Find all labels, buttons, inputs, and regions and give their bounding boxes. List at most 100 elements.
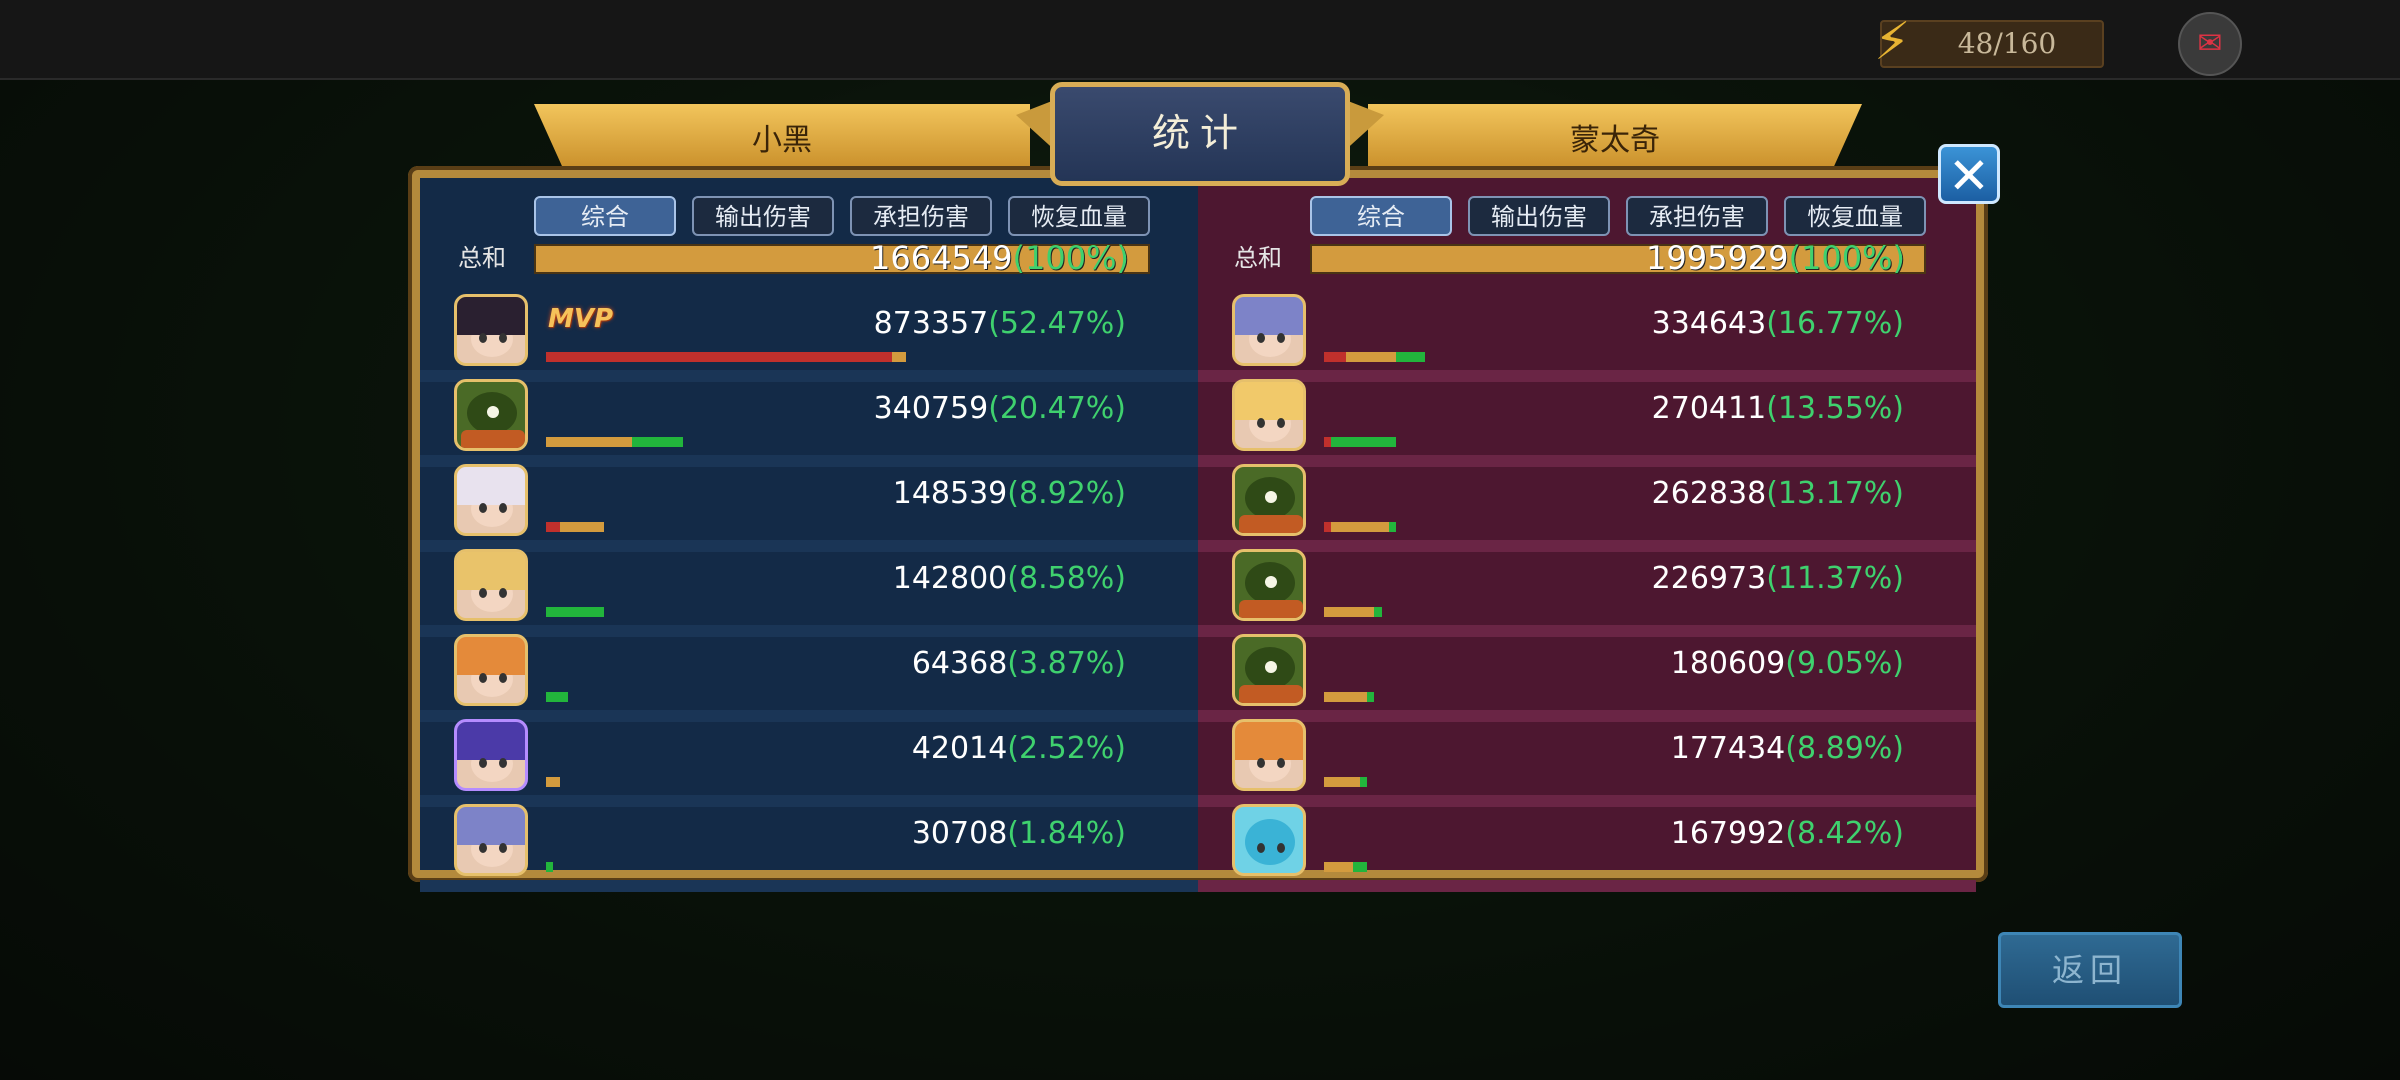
team-tab-left: 小黑: [534, 104, 1030, 170]
player-row[interactable]: MVP 873357(52.47%): [420, 294, 1198, 382]
total-percent: (100%): [1012, 239, 1129, 277]
player-percent: (8.58%): [1007, 561, 1126, 596]
player-percent: (13.17%): [1766, 476, 1904, 511]
damage-dealt-bar: [1324, 692, 1368, 702]
player-row[interactable]: 167992(8.42%): [1198, 804, 1976, 892]
damage-dealt-bar: [1324, 777, 1360, 787]
filter-tabs-right: 综合 输出伤害 承担伤害 恢复血量: [1310, 196, 1926, 238]
player-percent: (16.77%): [1766, 306, 1904, 341]
hero-blonde-avatar[interactable]: [454, 549, 528, 621]
healing-bar: [1367, 692, 1375, 702]
player-row[interactable]: 180609(9.05%): [1198, 634, 1976, 722]
hero-spirit-avatar[interactable]: [1232, 804, 1306, 876]
tab-healing[interactable]: 恢复血量: [1784, 196, 1926, 236]
player-number: 334643: [1651, 306, 1767, 341]
healing-bar: [1388, 522, 1396, 532]
tab-damage-dealt[interactable]: 输出伤害: [692, 196, 834, 236]
damage-dealt-bar: [891, 352, 906, 362]
chat-icon[interactable]: ✉: [2178, 12, 2242, 76]
player-value: 262838(13.17%): [1652, 474, 1904, 514]
team-tab-right: 蒙太奇: [1368, 104, 1862, 170]
healing-bar: [1360, 777, 1368, 787]
total-number: 1664549: [870, 239, 1013, 277]
hero-orange-hair-avatar[interactable]: [454, 634, 528, 706]
damage-taken-bar: [546, 522, 561, 532]
back-button[interactable]: 返回: [1998, 932, 2182, 1008]
hero-tree-avatar[interactable]: [1232, 549, 1306, 621]
damage-dealt-bar: [1345, 352, 1396, 362]
close-button[interactable]: ✕: [1938, 144, 2000, 205]
total-value: 1995929(100%): [1646, 236, 1905, 280]
player-row[interactable]: 64368(3.87%): [420, 634, 1198, 722]
player-row[interactable]: 262838(13.17%): [1198, 464, 1976, 552]
close-icon: ✕: [1948, 147, 1990, 205]
player-row[interactable]: 226973(11.37%): [1198, 549, 1976, 637]
damage-taken-bar: [546, 352, 892, 362]
page-title: 统计: [1050, 82, 1350, 186]
player-value: 42014(2.52%): [912, 729, 1126, 769]
player-percent: (2.52%): [1007, 731, 1126, 766]
player-value: 177434(8.89%): [1671, 729, 1904, 769]
player-number: 270411: [1651, 391, 1767, 426]
player-number: 180609: [1670, 646, 1786, 681]
total-label: 总和: [458, 244, 506, 272]
mvp-badge: MVP: [548, 304, 614, 334]
total-value: 1664549(100%): [870, 236, 1129, 280]
tab-damage-taken[interactable]: 承担伤害: [850, 196, 992, 236]
player-row[interactable]: 177434(8.89%): [1198, 719, 1976, 807]
player-number: 340759: [873, 391, 989, 426]
player-number: 873357: [873, 306, 989, 341]
player-percent: (20.47%): [988, 391, 1126, 426]
player-percent: (11.37%): [1766, 561, 1904, 596]
player-percent: (52.47%): [988, 306, 1126, 341]
row-divider: [420, 880, 1198, 892]
player-value: 334643(16.77%): [1652, 304, 1904, 344]
player-value: 340759(20.47%): [874, 389, 1126, 429]
player-number: 142800: [892, 561, 1008, 596]
hero-silver-hair-avatar[interactable]: [454, 804, 528, 876]
tab-healing[interactable]: 恢复血量: [1008, 196, 1150, 236]
player-row[interactable]: 142800(8.58%): [420, 549, 1198, 637]
tab-overall[interactable]: 综合: [1310, 196, 1452, 236]
hero-silver-hair-avatar[interactable]: [1232, 294, 1306, 366]
player-value: 64368(3.87%): [912, 644, 1126, 684]
player-value: 226973(11.37%): [1652, 559, 1904, 599]
player-number: 177434: [1670, 731, 1786, 766]
total-label: 总和: [1234, 244, 1282, 272]
healing-bar: [1374, 607, 1382, 617]
hero-tree-avatar[interactable]: [454, 379, 528, 451]
player-row[interactable]: 148539(8.92%): [420, 464, 1198, 552]
tab-damage-taken[interactable]: 承担伤害: [1626, 196, 1768, 236]
tab-overall[interactable]: 综合: [534, 196, 676, 236]
hero-dark-hair-avatar[interactable]: [454, 294, 528, 366]
player-value: 167992(8.42%): [1671, 814, 1904, 854]
player-value: 30708(1.84%): [912, 814, 1126, 854]
player-row[interactable]: 30708(1.84%): [420, 804, 1198, 892]
player-number: 262838: [1651, 476, 1767, 511]
healing-bar: [632, 437, 683, 447]
hero-blonde-crown-avatar[interactable]: [1232, 379, 1306, 451]
energy-counter[interactable]: ⚡ 48/160: [1874, 14, 2104, 70]
healing-bar: [1331, 437, 1396, 447]
player-row[interactable]: 42014(2.52%): [420, 719, 1198, 807]
damage-dealt-bar: [1324, 607, 1375, 617]
total-number: 1995929: [1646, 239, 1789, 277]
player-row[interactable]: 334643(16.77%): [1198, 294, 1976, 382]
row-divider: [1198, 880, 1976, 892]
healing-bar: [546, 607, 604, 617]
hero-purple-beast-avatar[interactable]: [454, 719, 528, 791]
damage-taken-bar: [1324, 522, 1332, 532]
hero-tree-avatar[interactable]: [1232, 634, 1306, 706]
hero-tree-avatar[interactable]: [1232, 464, 1306, 536]
healing-bar: [1352, 862, 1368, 872]
player-row[interactable]: 270411(13.55%): [1198, 379, 1976, 467]
player-row[interactable]: 340759(20.47%): [420, 379, 1198, 467]
player-number: 30708: [911, 816, 1008, 851]
hero-white-hair-avatar[interactable]: [454, 464, 528, 536]
tab-damage-dealt[interactable]: 输出伤害: [1468, 196, 1610, 236]
player-value: 142800(8.58%): [893, 559, 1126, 599]
healing-bar: [1396, 352, 1425, 362]
player-percent: (8.89%): [1785, 731, 1904, 766]
hero-orange-hair-avatar[interactable]: [1232, 719, 1306, 791]
healing-bar: [546, 862, 554, 872]
